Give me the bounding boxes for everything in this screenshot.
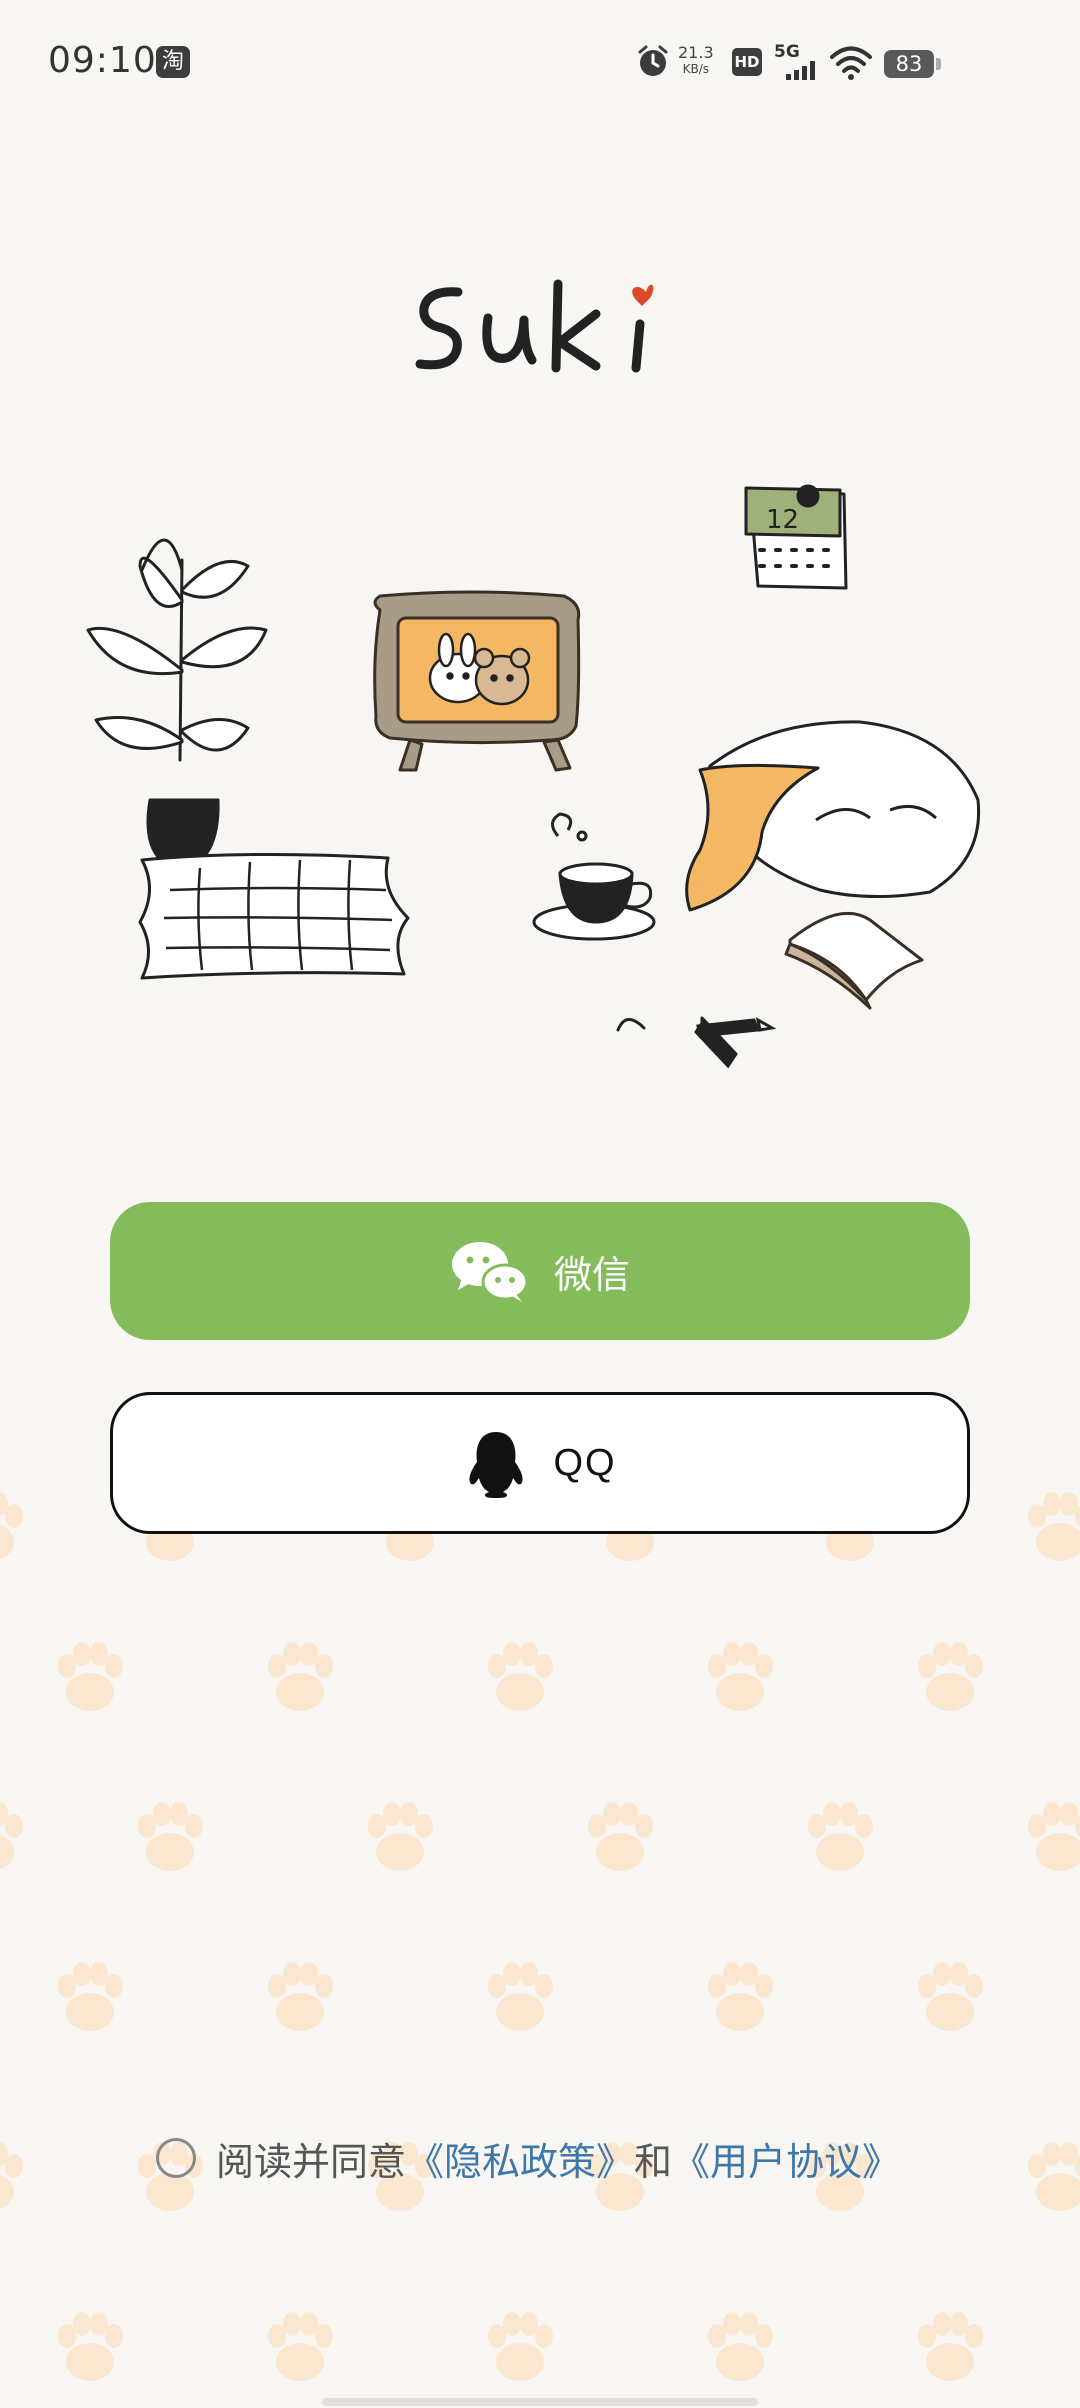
battery-cap [936,58,941,70]
qq-penguin-icon [469,1432,524,1498]
plant-drawing [86,538,268,872]
agreement-conjunction: 和 [634,2141,673,2184]
tv-drawing [373,590,581,772]
user-agreement-link[interactable]: 《用户协议》 [672,2131,900,2186]
privacy-policy-link[interactable]: 《隐私政策》 [406,2131,634,2186]
svg-text:12: 12 [766,505,799,535]
cushion-drawing [685,720,981,912]
taobao-notification-icon: 淘 [156,46,190,78]
network-speed-unit: KB/s [682,62,710,76]
calendar-drawing: 12 [744,484,848,590]
status-time: 09:10 [48,40,157,81]
pens-drawing [616,1016,777,1069]
coffee-cup-drawing [532,812,656,941]
network-speed: 21.3 KB/s [678,44,714,78]
hd-icon: HD [732,48,762,76]
wechat-icon [451,1242,529,1302]
wechat-login-label: 微信 [553,1254,630,1297]
open-book-drawing [784,911,924,1010]
network-type-label: 5G [774,42,800,62]
agreement-prefix: 阅读并同意 [216,2141,407,2184]
signal-icon [786,61,815,80]
wechat-login-button[interactable]: 微信 [110,1202,970,1340]
qq-login-button[interactable]: QQ [110,1392,970,1534]
paw-pattern-background [0,1492,1080,2381]
agreement-checkbox[interactable] [156,2138,196,2178]
home-indicator[interactable] [322,2398,758,2406]
rug-drawing [138,852,410,980]
qq-login-label: QQ [553,1441,617,1484]
suki-logo [415,279,654,373]
agreement-row: 阅读并同意 《隐私政策》 和 《用户协议》 [156,2130,900,2186]
wifi-icon [830,46,872,80]
cozy-room-illustration: 12 [86,484,981,1069]
battery-icon: 83 [884,50,934,78]
network-speed-value: 21.3 [678,43,714,62]
alarm-icon [638,45,668,76]
status-bar: 09:10 淘 21.3 KB/s HD 5G 83 [0,0,1080,128]
